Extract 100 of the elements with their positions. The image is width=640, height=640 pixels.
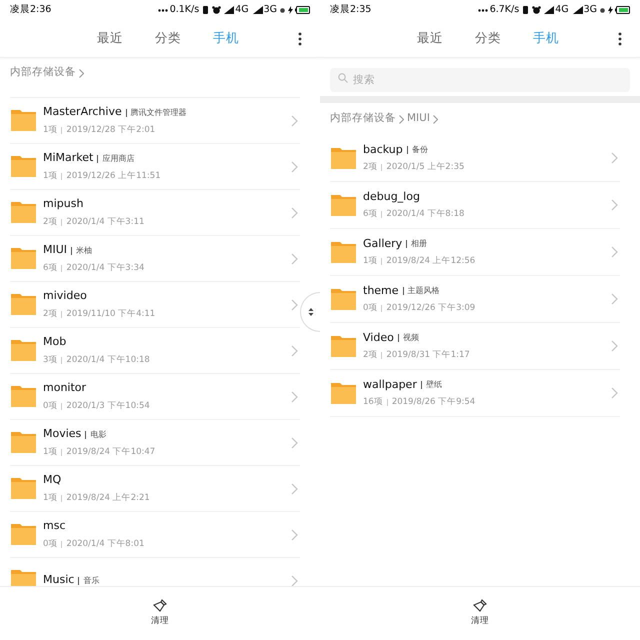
moon-icon [600,8,605,12]
folder-row[interactable]: debug_log 6项 2020/1/4 下午8:18 [330,182,620,229]
folder-icon [10,339,37,362]
chevron-icon [432,114,438,124]
folder-row[interactable]: MIUI 米柚 6项 2020/1/4 下午3:34 [10,236,300,282]
folder-name: MQ [43,472,62,488]
breadcrumb-link[interactable]: 内部存储设备 [10,65,76,81]
tab[interactable]: 分类 [475,29,501,48]
item-count: 16项 [363,396,383,410]
folder-row[interactable]: Gallery 相册 1项 2019/8/24 上午12:56 [330,229,620,276]
chevron-icon [291,252,298,264]
folder-name: backup [363,142,403,158]
folder-row[interactable]: backup 备份 2项 2020/1/5 上午2:35 [330,135,620,182]
chevron-icon [611,199,618,211]
vibrate-icon [522,6,530,14]
folder-icon [10,431,37,454]
signal-icon [544,6,554,14]
modified-date: 2020/1/4 下午3:11 [66,216,144,229]
item-count: 1项 [43,124,58,137]
folder-tag: 壁纸 [426,379,442,392]
modified-date: 2020/1/4 下午8:01 [66,538,144,551]
folder-name: Music [43,572,74,586]
folder-name: Mob [43,334,66,350]
chevron-icon [611,246,618,258]
chevron-icon [291,114,298,126]
broom-icon [153,599,167,614]
search-field[interactable]: 搜索 [330,68,630,92]
signal-icon [224,6,234,14]
clean-button[interactable]: 清理 [151,599,169,628]
folder-row[interactable]: mivideo 2项 2019/11/10 下午4:11 [10,282,300,328]
moon-icon [280,8,285,12]
chevron-icon [611,293,618,305]
folder-name: Gallery [363,236,402,252]
breadcrumb-link[interactable]: MIUI [407,111,430,127]
folder-tag: 腾讯文件管理器 [130,106,187,119]
folder-tag: 米柚 [76,244,92,257]
signal-icon [252,6,263,14]
item-count: 3项 [43,354,58,367]
folder-row[interactable]: msc 0项 2020/1/4 下午8:01 [10,512,300,558]
modified-date: 2019/12/26 下午3:09 [386,302,476,316]
breadcrumb-link[interactable]: 内部存储设备 [330,111,396,127]
folder-row[interactable]: theme 主题风格 0项 2019/12/26 下午3:09 [330,276,620,323]
clean-button[interactable]: 清理 [471,599,489,628]
network-type: 3G [584,2,597,17]
modified-date: 2020/1/3 下午10:54 [66,400,150,413]
broom-icon [473,599,487,614]
charging-icon [288,6,293,14]
folder-row[interactable]: MasterArchive 腾讯文件管理器 1项 2019/12/28 下午2:01 [10,98,300,144]
folder-row[interactable]: Movies 电影 1项 2019/8/24 下午10:47 [10,420,300,466]
folder-tag: 视频 [402,332,419,344]
chevron-icon [291,482,298,494]
chevron-icon [291,344,298,356]
chevron-icon [611,387,618,399]
folder-row[interactable]: Mob 3项 2020/1/4 下午10:18 [10,328,300,374]
folder-name: MIUI [43,242,68,258]
scroll-handle[interactable] [300,292,320,332]
folder-row[interactable]: mipush 2项 2020/1/4 下午3:11 [10,190,300,236]
folder-icon [10,477,37,500]
modified-date: 2019/12/28 下午2:01 [66,124,156,137]
folder-tag: 音乐 [83,574,100,586]
item-count: 2项 [43,308,58,321]
folder-row[interactable]: MQ 1项 2019/8/24 上午2:21 [10,466,300,512]
more-menu-icon[interactable] [298,32,302,46]
search-icon [338,73,348,83]
battery-icon [295,6,310,14]
folder-icon [10,293,37,316]
folder-name: mivideo [43,288,87,304]
chevron-icon [291,390,298,402]
folder-name: mipush [43,196,84,212]
folder-row[interactable]: wallpaper 壁纸 16项 2019/8/26 下午9:54 [330,370,620,417]
chevron-icon [79,68,84,78]
more-menu-icon[interactable] [618,32,622,46]
folder-name: MiMarket [43,150,94,166]
tab[interactable]: 最近 [97,29,123,48]
folder-row[interactable]: monitor 0项 2020/1/3 下午10:54 [10,374,300,420]
modified-date: 2020/1/4 下午8:18 [386,208,464,222]
folder-icon [330,146,357,170]
network-type: 3G [264,2,277,17]
item-count: 1项 [43,170,58,183]
tab[interactable]: 最近 [417,29,443,48]
folder-row[interactable]: MiMarket 应用商店 1项 2019/12/26 上午11:51 [10,144,300,190]
tab[interactable]: 分类 [155,29,181,48]
signal-icon [572,6,583,14]
folder-name: Movies [43,426,82,442]
dots-icon [158,8,168,12]
chevron-icon [291,160,298,172]
folder-icon [10,523,37,546]
item-count: 0项 [43,538,58,551]
modified-date: 2019/8/24 上午2:21 [66,492,150,505]
folder-row[interactable]: Video 视频 2项 2019/8/31 下午1:17 [330,323,620,370]
folder-icon [10,247,37,270]
modified-date: 2020/1/5 上午2:35 [386,161,464,174]
folder-name: MasterArchive [43,104,122,120]
network-type: 4G [555,2,569,17]
chevron-icon [291,528,298,540]
folder-tag: 主题风格 [408,285,440,298]
network-speed: 0.1K/s [170,2,200,17]
item-count: 2项 [363,349,378,362]
item-count: 2项 [363,161,378,174]
folder-tag: 应用商店 [102,152,134,165]
